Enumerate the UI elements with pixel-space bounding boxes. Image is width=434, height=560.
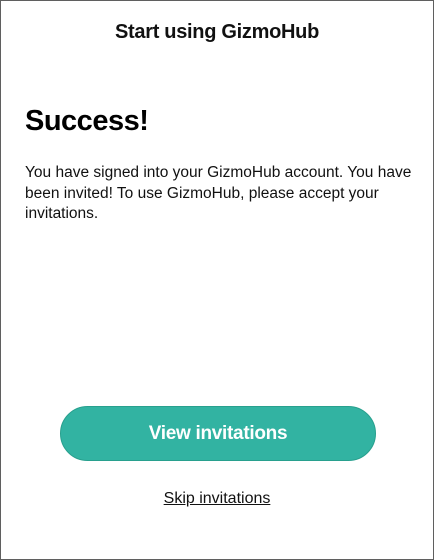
success-message: You have signed into your GizmoHub accou… [25, 164, 412, 222]
app-window: Start using GizmoHub Success! You have s… [0, 0, 434, 560]
skip-link-container: Skip invitations [1, 490, 433, 508]
success-heading: Success! [25, 105, 149, 137]
page-title: Start using GizmoHub [114, 21, 319, 43]
skip-invitations-link[interactable]: Skip invitations [164, 490, 271, 507]
view-invitations-button[interactable]: View invitations [60, 406, 376, 461]
